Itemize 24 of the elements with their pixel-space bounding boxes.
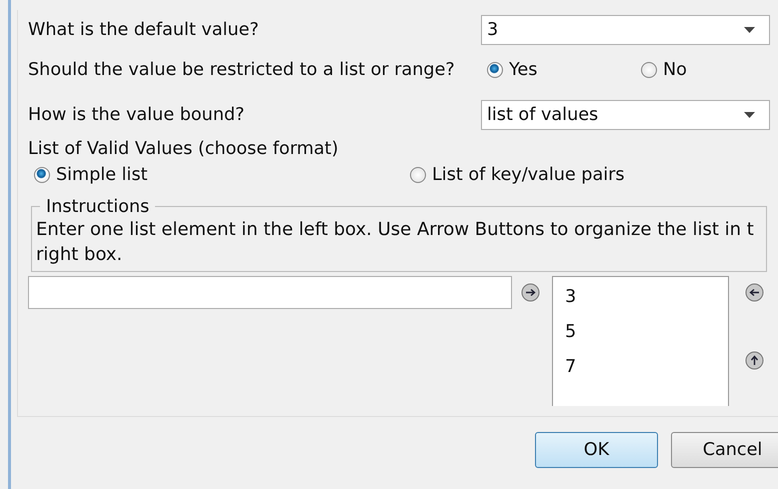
value-list[interactable]: 3 5 7 [552, 276, 729, 406]
radio-label: Yes [509, 60, 538, 80]
question-label: How is the value bound? [28, 104, 246, 124]
question-label: What is the default value? [28, 20, 260, 40]
section-label: List of Valid Values (choose format) [28, 139, 340, 159]
radio-label: List of key/value pairs [432, 165, 625, 185]
radio-label: No [663, 60, 687, 80]
dropdown[interactable]: 3 [481, 14, 770, 44]
radio-button[interactable] [487, 62, 503, 78]
radio-button[interactable] [34, 167, 50, 183]
instructions-text: Enter one list element in the left box. Use Arrow Buttons to organize the list in t right box. [36, 218, 755, 267]
radio-label: Simple list [56, 165, 148, 185]
input-field[interactable] [28, 276, 512, 309]
caret-icon [744, 112, 755, 118]
list-item[interactable]: 3 [565, 285, 728, 310]
dropdown[interactable]: list of values [481, 100, 770, 130]
radio-button[interactable] [641, 62, 657, 78]
dialog-button[interactable]: OK [535, 432, 658, 468]
caret-icon [744, 26, 755, 32]
question-label: Should the value be restricted to a list or range? [28, 60, 456, 80]
list-item[interactable]: 5 [565, 320, 728, 345]
radio-button[interactable] [410, 167, 426, 183]
list-item[interactable]: 7 [565, 355, 728, 380]
dialog-button[interactable]: Cancel [671, 432, 778, 468]
